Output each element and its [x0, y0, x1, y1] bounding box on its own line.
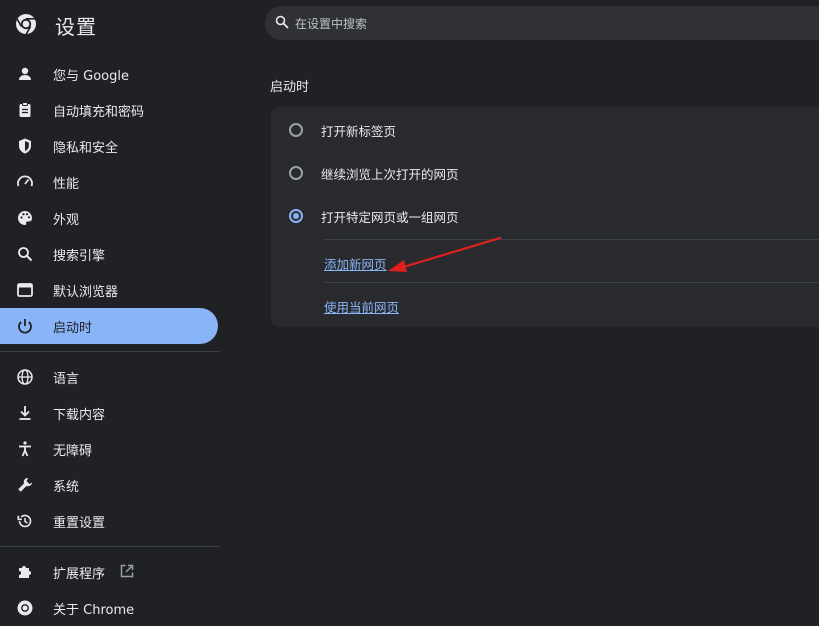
sidebar-item-on-startup[interactable]: 启动时 — [0, 308, 218, 344]
option-label: 继续浏览上次打开的网页 — [321, 167, 459, 182]
puzzle-icon — [19, 566, 31, 578]
chrome-logo-icon — [17, 600, 33, 616]
accessibility-icon — [19, 441, 31, 457]
browser-icon — [17, 283, 33, 297]
sidebar-item-performance[interactable]: 性能 — [0, 164, 218, 200]
sidebar-item-label: 默认浏览器 — [53, 285, 119, 300]
radio-button[interactable] — [289, 166, 303, 180]
option-label: 打开特定网页或一组网页 — [321, 210, 459, 225]
option-new-tab[interactable]: 打开新标签页 — [271, 109, 819, 149]
sidebar-item-label: 启动时 — [53, 321, 93, 336]
sidebar-item-label: 重置设置 — [53, 516, 106, 531]
search-input[interactable]: 在设置中搜索 — [295, 15, 367, 32]
sidebar-item-extensions[interactable]: 扩展程序 — [0, 554, 218, 590]
use-current-pages-link[interactable]: 使用当前网页 — [324, 297, 399, 316]
radio-button-checked[interactable] — [289, 209, 303, 223]
header: 设置 在设置中搜索 — [0, 0, 819, 48]
sidebar-item-label: 性能 — [53, 177, 80, 192]
sidebar-item-label: 扩展程序 — [53, 567, 106, 582]
search-icon — [18, 247, 33, 262]
sidebar-item-label: 系统 — [53, 480, 80, 495]
page-title: 设置 — [55, 15, 97, 39]
open-in-new-icon[interactable] — [119, 563, 135, 579]
sidebar-item-system[interactable]: 系统 — [0, 467, 218, 503]
shield-icon — [19, 138, 31, 154]
sidebar-item-accessibility[interactable]: 无障碍 — [0, 431, 218, 467]
sidebar-item-label: 隐私和安全 — [53, 141, 119, 156]
speedometer-icon — [17, 175, 33, 187]
palette-icon — [18, 211, 32, 225]
sidebar-item-search-engine[interactable]: 搜索引擎 — [0, 236, 218, 272]
sidebar-item-label: 下载内容 — [53, 408, 106, 423]
startup-options-card: 打开新标签页 继续浏览上次打开的网页 打开特定网页或一组网页 添加新网页 使用当… — [271, 107, 819, 327]
clipboard-icon — [19, 102, 31, 117]
search-icon — [275, 15, 289, 29]
option-continue[interactable]: 继续浏览上次打开的网页 — [271, 152, 819, 192]
sidebar-item-label: 搜索引擎 — [53, 249, 106, 264]
sidebar-item-you-and-google[interactable]: 您与 Google — [0, 56, 218, 92]
sidebar-item-default-browser[interactable]: 默认浏览器 — [0, 272, 218, 308]
sidebar-item-label: 关于 Chrome — [53, 603, 135, 618]
power-icon — [18, 319, 32, 334]
section-title: 启动时 — [270, 80, 310, 95]
divider — [323, 282, 819, 283]
download-icon — [19, 406, 31, 420]
sidebar-divider — [0, 351, 220, 352]
history-icon — [17, 514, 32, 528]
sidebar-item-autofill[interactable]: 自动填充和密码 — [0, 92, 218, 128]
add-new-page-link[interactable]: 添加新网页 — [324, 254, 387, 273]
sidebar-item-languages[interactable]: 语言 — [0, 359, 218, 395]
sidebar-item-label: 您与 Google — [53, 69, 129, 84]
sidebar-item-label: 语言 — [53, 372, 80, 387]
sidebar-item-appearance[interactable]: 外观 — [0, 200, 218, 236]
sidebar-item-label: 外观 — [53, 213, 80, 228]
search-box[interactable]: 在设置中搜索 — [265, 6, 819, 40]
radio-button[interactable] — [289, 123, 303, 137]
sidebar-item-about-chrome[interactable]: 关于 Chrome — [0, 590, 218, 626]
sidebar-item-reset[interactable]: 重置设置 — [0, 503, 218, 539]
sidebar-item-privacy[interactable]: 隐私和安全 — [0, 128, 218, 164]
chrome-logo-icon — [16, 14, 36, 35]
sidebar-item-label: 自动填充和密码 — [53, 105, 145, 120]
option-label: 打开新标签页 — [321, 124, 397, 139]
sidebar-item-downloads[interactable]: 下载内容 — [0, 395, 218, 431]
option-specific-pages[interactable]: 打开特定网页或一组网页 — [271, 195, 819, 235]
person-icon — [19, 67, 31, 80]
sidebar: 您与 Google 自动填充和密码 隐私和安全 性能 外观 搜索引擎 默认浏览器… — [0, 56, 220, 626]
sidebar-divider — [0, 546, 220, 547]
wrench-icon — [18, 478, 32, 492]
annotation-arrow-icon — [388, 236, 502, 272]
sidebar-item-label: 无障碍 — [53, 444, 93, 459]
globe-icon — [17, 369, 33, 385]
